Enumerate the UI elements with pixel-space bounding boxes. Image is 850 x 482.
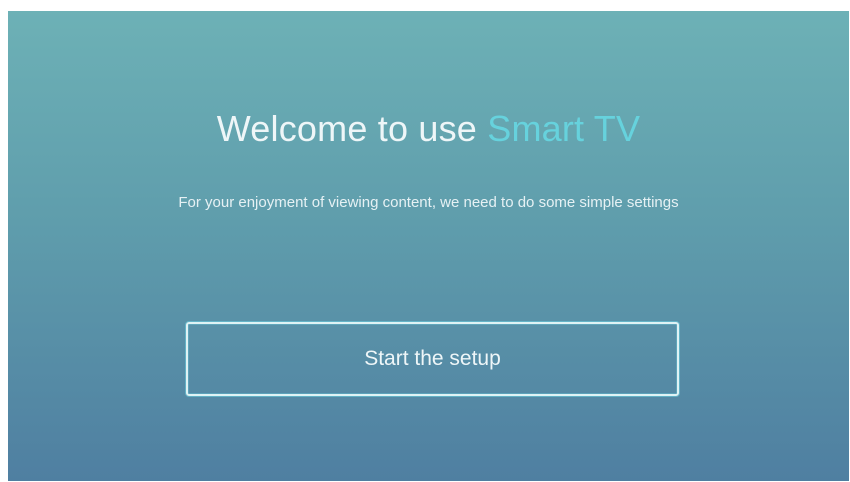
start-setup-button[interactable]: Start the setup (186, 322, 679, 396)
welcome-screen: Welcome to use Smart TV For your enjoyme… (8, 11, 849, 481)
brand-name: Smart TV (487, 108, 641, 149)
welcome-prefix: Welcome to use (216, 108, 488, 149)
welcome-subtitle: For your enjoyment of viewing content, w… (178, 194, 679, 211)
start-setup-label: Start the setup (364, 347, 501, 370)
welcome-heading: Welcome to use Smart TV (8, 107, 849, 151)
